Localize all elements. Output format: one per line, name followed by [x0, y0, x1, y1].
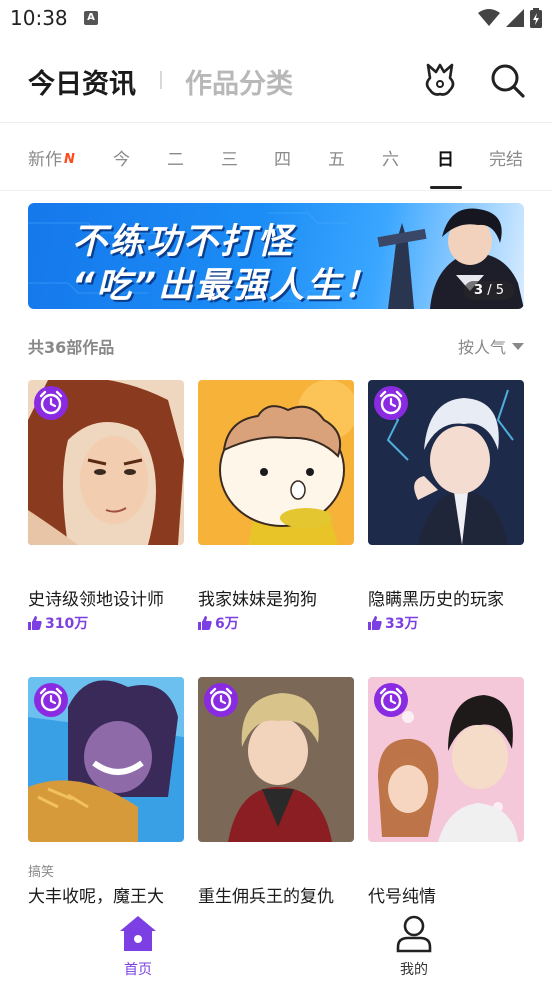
alarm-clock-icon	[39, 390, 63, 415]
home-icon	[120, 916, 156, 951]
comic-title: 重生佣兵王的复仇	[198, 887, 334, 907]
comic-likes: 310万	[28, 613, 88, 633]
banner-page-current: 3	[474, 283, 484, 298]
status-indicators	[478, 8, 542, 28]
update-clock-badge	[374, 386, 408, 420]
sort-dropdown[interactable]: 按人气	[458, 334, 524, 358]
comic-title: 大丰收呢，魔王大	[28, 887, 164, 907]
promo-banner[interactable]: 不练功不打怪 “吃”出最强人生！ 3 / 5	[28, 203, 524, 309]
nav-divider	[160, 71, 162, 89]
likes-count: 310万	[45, 616, 89, 632]
comic-cover	[368, 380, 524, 545]
new-badge: N	[64, 152, 75, 167]
tab-today-news[interactable]: 今日资讯	[28, 62, 136, 101]
tab-thursday[interactable]: 四	[274, 145, 291, 170]
alarm-clock-icon	[379, 687, 403, 712]
tab-tuesday[interactable]: 二	[167, 145, 184, 170]
nav-mine-label: 我的	[400, 962, 428, 978]
thumbs-up-icon	[368, 616, 382, 630]
comic-cover	[198, 677, 354, 842]
tab-sunday[interactable]: 日	[437, 145, 454, 170]
likes-count: 33万	[385, 616, 419, 632]
day-tabs: 新作 N 今 二 三 四 五 六 日 完结	[0, 123, 552, 189]
nav-mine[interactable]: 我的	[374, 913, 454, 979]
update-clock-badge	[34, 683, 68, 717]
comic-card[interactable]: 史诗级领地设计师 310万	[28, 380, 184, 640]
user-profile-icon	[396, 915, 432, 953]
tab-saturday[interactable]: 六	[382, 145, 399, 170]
status-time: 10:38	[10, 6, 68, 30]
comic-cover	[28, 380, 184, 545]
top-nav: 今日资讯 作品分类	[0, 38, 552, 122]
comic-card[interactable]: 重生佣兵王的复仇	[198, 677, 354, 907]
cover-art	[198, 380, 354, 545]
comic-likes: 33万	[368, 613, 418, 633]
update-clock-badge	[34, 386, 68, 420]
tabs-divider	[0, 190, 552, 191]
update-clock-badge	[204, 683, 238, 717]
comic-cover	[28, 677, 184, 842]
banner-page-counter: 3 / 5	[464, 281, 514, 300]
tab-new[interactable]: 新作 N	[28, 145, 75, 170]
comic-likes: 6万	[198, 613, 239, 633]
comic-card[interactable]: 搞笑 大丰收呢，魔王大	[28, 677, 184, 907]
likes-count: 6万	[215, 616, 239, 632]
battery-icon	[530, 8, 542, 28]
sort-label: 按人气	[457, 338, 506, 357]
status-bar: 10:38 A	[0, 0, 552, 38]
banner-page-total: / 5	[487, 283, 504, 298]
comic-card[interactable]: 代号纯情	[368, 677, 524, 907]
comic-cover	[198, 380, 354, 545]
signal-icon	[506, 9, 524, 27]
comic-cover	[368, 677, 524, 842]
works-count: 共36部作品	[28, 338, 115, 357]
comic-title: 隐瞒黑历史的玩家	[368, 590, 504, 610]
app-notification-icon: A	[84, 11, 98, 25]
search-icon[interactable]	[487, 60, 527, 100]
bottom-nav: 首页 我的	[0, 905, 552, 983]
tab-new-label: 新作	[28, 150, 62, 170]
tab-today[interactable]: 今	[113, 145, 130, 170]
alarm-clock-icon	[379, 390, 403, 415]
comic-title: 我家妹妹是狗狗	[198, 590, 317, 610]
comic-genre-tag: 搞笑	[28, 865, 55, 880]
thumbs-up-icon	[28, 616, 42, 630]
comic-title: 史诗级领地设计师	[28, 590, 164, 610]
nav-home-label: 首页	[124, 962, 152, 978]
thumbs-up-icon	[198, 616, 212, 630]
alarm-clock-icon	[39, 687, 63, 712]
wifi-icon	[478, 9, 500, 26]
comic-card[interactable]: 我家妹妹是狗狗 6万	[198, 380, 354, 640]
banner-headline-2: “吃”出最强人生！	[72, 266, 381, 306]
active-tab-indicator	[430, 186, 462, 189]
tab-wednesday[interactable]: 三	[221, 145, 238, 170]
update-clock-badge	[374, 683, 408, 717]
alarm-clock-icon	[209, 687, 233, 712]
tab-completed[interactable]: 完结	[489, 145, 523, 170]
caret-down-icon	[512, 342, 524, 350]
nav-home[interactable]: 首页	[98, 913, 178, 979]
badge-icon[interactable]	[420, 60, 460, 100]
tab-friday[interactable]: 五	[328, 145, 345, 170]
tab-categories[interactable]: 作品分类	[185, 62, 293, 101]
list-meta: 共36部作品 按人气	[28, 334, 524, 358]
comic-title: 代号纯情	[368, 887, 436, 907]
comic-card[interactable]: 隐瞒黑历史的玩家 33万	[368, 380, 524, 640]
